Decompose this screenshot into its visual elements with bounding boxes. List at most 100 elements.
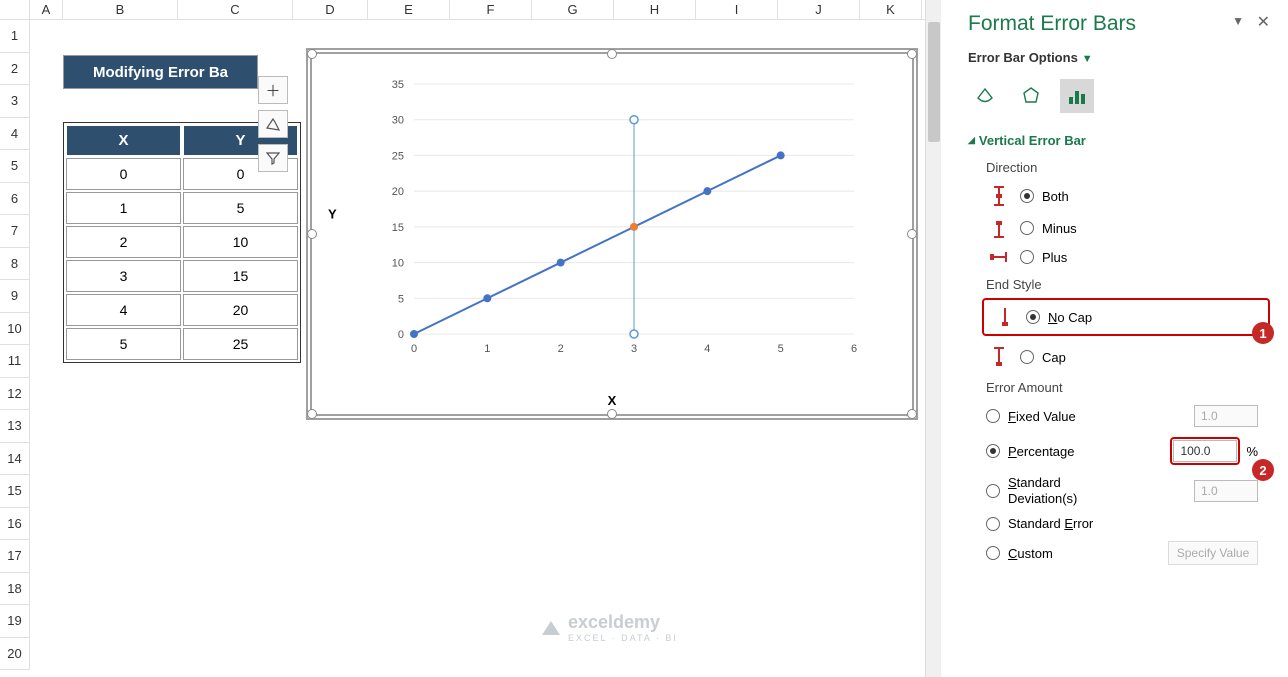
col-header-F[interactable]: F (450, 0, 532, 19)
direction-minus-option[interactable]: Minus (986, 217, 1270, 239)
radio-stddev[interactable] (986, 484, 1000, 498)
selection-handle[interactable] (307, 229, 317, 239)
selection-handle[interactable] (907, 229, 917, 239)
table-row[interactable]: 420 (66, 294, 298, 326)
row-header-6[interactable]: 6 (0, 183, 30, 216)
specify-value-button[interactable]: Specify Value (1168, 541, 1258, 565)
chart-styles-button[interactable] (258, 110, 288, 138)
chart-container[interactable]: Y X 051015202530350123456 (306, 48, 918, 420)
radio-percentage[interactable] (986, 444, 1000, 458)
table-cell[interactable]: 4 (66, 294, 181, 326)
endstyle-cap-option[interactable]: Cap (986, 346, 1270, 368)
selection-handle[interactable] (307, 49, 317, 59)
amount-stderr-option[interactable]: Standard Error (986, 516, 1270, 531)
row-header-15[interactable]: 15 (0, 475, 30, 508)
row-header-14[interactable]: 14 (0, 443, 30, 476)
row-header-17[interactable]: 17 (0, 540, 30, 573)
row-header-11[interactable]: 11 (0, 345, 30, 378)
vertical-error-bar-section[interactable]: Vertical Error Bar (968, 133, 1270, 148)
radio-minus[interactable] (1020, 221, 1034, 235)
col-header-A[interactable]: A (30, 0, 63, 19)
table-row[interactable]: 15 (66, 192, 298, 224)
table-cell[interactable]: 3 (66, 260, 181, 292)
table-cell[interactable]: 15 (183, 260, 298, 292)
selection-handle[interactable] (307, 409, 317, 419)
fill-icon[interactable] (968, 79, 1002, 113)
row-header-10[interactable]: 10 (0, 313, 30, 346)
table-cell[interactable]: 10 (183, 226, 298, 258)
fixed-label: Fixed Value (1008, 409, 1076, 424)
row-header-2[interactable]: 2 (0, 53, 30, 86)
col-header-K[interactable]: K (860, 0, 922, 19)
nocap-label: No Cap (1048, 310, 1092, 325)
selection-handle[interactable] (907, 49, 917, 59)
table-cell[interactable]: 0 (66, 158, 181, 190)
amount-stddev-option[interactable]: Standard Deviation(s) (986, 475, 1258, 506)
title-cell[interactable]: Modifying Error Ba (63, 55, 258, 89)
pane-options-chevron-icon[interactable]: ▼ (1232, 14, 1244, 28)
row-header-4[interactable]: 4 (0, 118, 30, 151)
chart-elements-button[interactable]: ＋ (258, 76, 288, 104)
table-header[interactable]: X (66, 125, 181, 156)
table-cell[interactable]: 2 (66, 226, 181, 258)
radio-cap[interactable] (1020, 350, 1034, 364)
selection-handle[interactable] (607, 49, 617, 59)
direction-both-option[interactable]: Both (986, 185, 1270, 207)
col-header-G[interactable]: G (532, 0, 614, 19)
row-header-12[interactable]: 12 (0, 378, 30, 411)
row-header-1[interactable]: 1 (0, 20, 30, 53)
endstyle-nocap-option[interactable]: No Cap (992, 306, 1228, 328)
radio-stderr[interactable] (986, 517, 1000, 531)
row-header-7[interactable]: 7 (0, 215, 30, 248)
row-header-20[interactable]: 20 (0, 638, 30, 671)
table-row[interactable]: 315 (66, 260, 298, 292)
table-row[interactable]: 525 (66, 328, 298, 360)
selection-handle[interactable] (907, 409, 917, 419)
spreadsheet-area: ABCDEFGHIJK 1234567891011121314151617181… (0, 0, 940, 677)
pane-subtitle[interactable]: Error Bar Options▼ (968, 50, 1270, 65)
effects-icon[interactable] (1014, 79, 1048, 113)
radio-custom[interactable] (986, 546, 1000, 560)
table-cell[interactable]: 5 (183, 192, 298, 224)
amount-percentage-option[interactable]: Percentage % (986, 437, 1258, 465)
svg-text:15: 15 (392, 222, 404, 234)
table-cell[interactable]: 1 (66, 192, 181, 224)
row-header-3[interactable]: 3 (0, 85, 30, 118)
row-header-18[interactable]: 18 (0, 573, 30, 606)
row-header-19[interactable]: 19 (0, 605, 30, 638)
row-header-13[interactable]: 13 (0, 410, 30, 443)
col-header-C[interactable]: C (178, 0, 293, 19)
col-header-H[interactable]: H (614, 0, 696, 19)
col-header-J[interactable]: J (778, 0, 860, 19)
col-header-D[interactable]: D (293, 0, 368, 19)
scrollbar-thumb[interactable] (928, 22, 940, 142)
radio-nocap[interactable] (1026, 310, 1040, 324)
col-header-E[interactable]: E (368, 0, 450, 19)
col-header-B[interactable]: B (63, 0, 178, 19)
table-cell[interactable]: 5 (66, 328, 181, 360)
chart-filter-button[interactable] (258, 144, 288, 172)
direction-plus-option[interactable]: Plus (986, 249, 1270, 265)
col-header-I[interactable]: I (696, 0, 778, 19)
radio-fixed[interactable] (986, 409, 1000, 423)
close-icon[interactable]: ✕ (1257, 12, 1270, 32)
chart-plot[interactable]: 051015202530350123456 (384, 74, 884, 364)
vertical-scrollbar[interactable] (925, 0, 941, 677)
selection-handle[interactable] (607, 409, 617, 419)
radio-both[interactable] (1020, 189, 1034, 203)
table-row[interactable]: 210 (66, 226, 298, 258)
amount-custom-option[interactable]: Custom Specify Value (986, 541, 1258, 565)
row-header-8[interactable]: 8 (0, 248, 30, 281)
row-header-16[interactable]: 16 (0, 508, 30, 541)
select-all-corner[interactable] (0, 0, 30, 19)
bar-options-icon[interactable] (1060, 79, 1094, 113)
svg-text:5: 5 (778, 343, 784, 355)
table-cell[interactable]: 25 (183, 328, 298, 360)
row-header-5[interactable]: 5 (0, 150, 30, 183)
percentage-value-input[interactable] (1173, 440, 1237, 462)
radio-plus[interactable] (1020, 250, 1034, 264)
amount-fixed-option[interactable]: Fixed Value (986, 405, 1258, 427)
svg-text:10: 10 (392, 258, 404, 270)
table-cell[interactable]: 20 (183, 294, 298, 326)
row-header-9[interactable]: 9 (0, 280, 30, 313)
